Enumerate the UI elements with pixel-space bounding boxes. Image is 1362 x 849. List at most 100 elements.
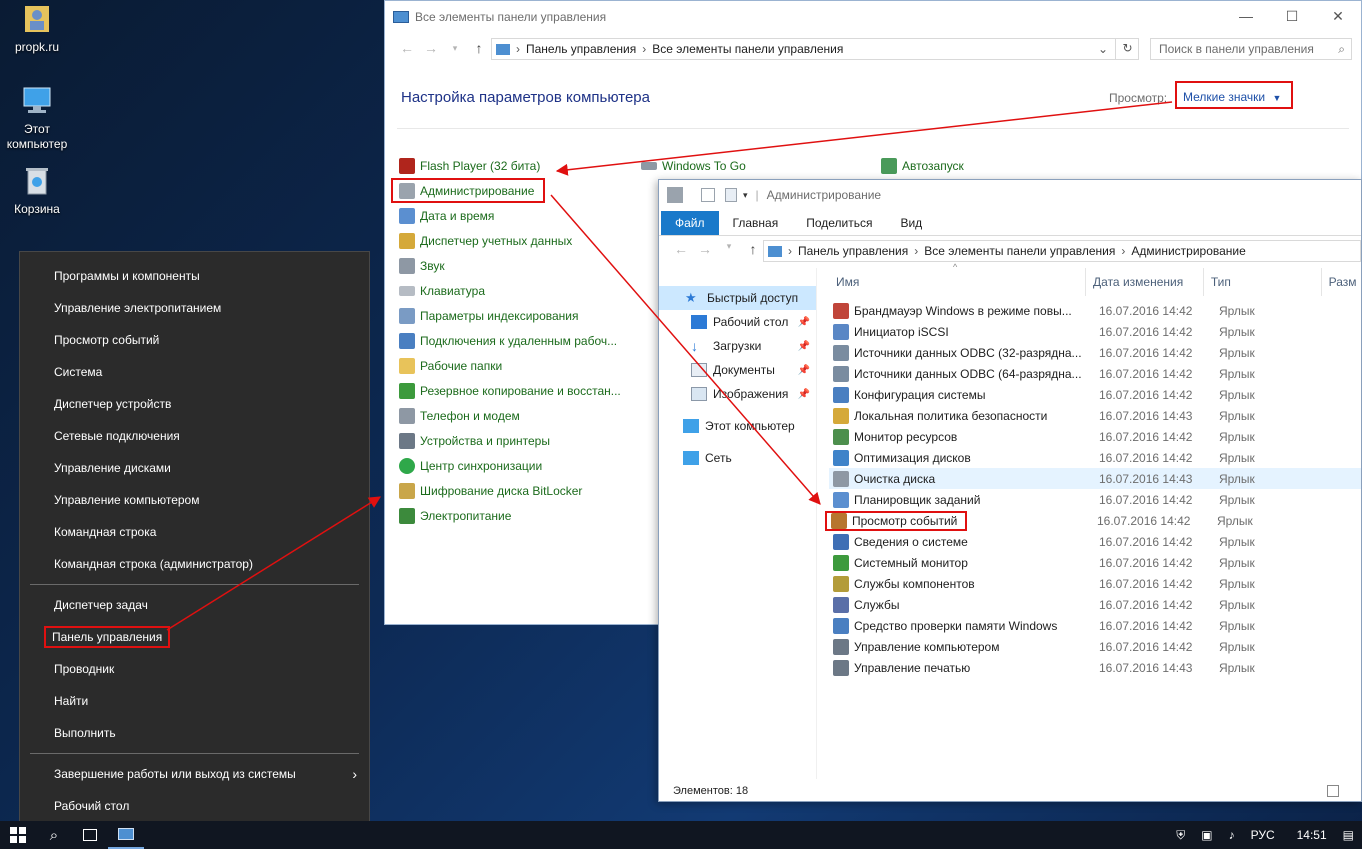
chevron-down-icon[interactable]: ⌄ (1098, 42, 1108, 56)
sidebar-item-downloads[interactable]: ↓ Загрузки 📌 (659, 334, 816, 358)
up-arrow-icon[interactable]: ↑ (467, 40, 491, 56)
minimize-button[interactable]: — (1223, 1, 1269, 31)
breadcrumb-item[interactable]: Панель управления (526, 42, 636, 56)
file-row[interactable]: Управление компьютером 16.07.2016 14:42 Яр… (829, 636, 1361, 657)
address-bar[interactable]: › Панель управления › Все элементы панел… (763, 240, 1361, 262)
view-mode-dropdown[interactable]: Мелкие значки ▼ (1175, 81, 1293, 109)
notifications-icon[interactable]: ▤ (1343, 828, 1354, 842)
file-row[interactable]: Планировщик заданий 16.07.2016 14:42 Ярлык (829, 489, 1361, 510)
recent-dropdown-icon[interactable]: ▾ (717, 241, 741, 257)
forward-arrow-icon[interactable]: → (419, 40, 443, 56)
menu-item[interactable]: Диспетчер устройств (20, 388, 369, 420)
cp-item-phone-modem[interactable]: Телефон и модем (399, 403, 627, 428)
tab-view[interactable]: Вид (886, 211, 936, 235)
search-input[interactable]: Поиск в панели управления ⌕ (1150, 38, 1352, 60)
maximize-button[interactable]: ☐ (1269, 1, 1315, 31)
column-header-date[interactable]: Дата изменения (1086, 268, 1204, 296)
file-row[interactable]: Локальная политика безопасности 16.07.201… (829, 405, 1361, 426)
menu-item[interactable]: Диспетчер задач (20, 589, 369, 621)
tab-home[interactable]: Главная (719, 211, 793, 235)
cp-item-work-folders[interactable]: Рабочие папки (399, 353, 627, 378)
file-row[interactable]: Конфигурация системы 16.07.2016 14:42 Ярлы… (829, 384, 1361, 405)
file-row[interactable]: Монитор ресурсов 16.07.2016 14:42 Ярлык (829, 426, 1361, 447)
cp-item-credentials[interactable]: Диспетчер учетных данных (399, 228, 627, 253)
file-row[interactable]: Просмотр событий 16.07.2016 14:42 Ярлык (825, 510, 1361, 531)
breadcrumb-item[interactable]: Все элементы панели управления (924, 244, 1115, 258)
start-button[interactable] (0, 821, 36, 849)
details-view-icon[interactable] (1327, 785, 1339, 797)
file-row[interactable]: Инициатор iSCSI 16.07.2016 14:42 Ярлык (829, 321, 1361, 342)
sidebar-item-quick-access[interactable]: ★ Быстрый доступ (659, 286, 816, 310)
breadcrumb-item[interactable]: Панель управления (798, 244, 908, 258)
column-header-type[interactable]: Тип (1204, 268, 1322, 296)
cp-item-administration[interactable]: Администрирование (391, 178, 545, 203)
pin-icon[interactable]: 📌 (798, 365, 810, 376)
pin-icon[interactable]: 📌 (798, 341, 810, 352)
menu-item[interactable]: Командная строка (администратор) (20, 548, 369, 580)
desktop-icon-propk[interactable]: propk.ru (0, 2, 74, 55)
cp-item-date-time[interactable]: Дата и время (399, 203, 627, 228)
task-view-icon[interactable] (72, 821, 108, 849)
pin-icon[interactable]: 📌 (798, 389, 810, 400)
cp-item-autoplay[interactable]: Автозапуск (881, 153, 964, 178)
menu-item[interactable]: Рабочий стол (20, 790, 369, 822)
refresh-icon[interactable]: ↻ (1115, 38, 1139, 60)
cp-item-sound[interactable]: Звук (399, 253, 627, 278)
breadcrumb-item[interactable]: Администрирование (1131, 244, 1245, 258)
file-row[interactable]: Службы компонентов 16.07.2016 14:42 Ярлык (829, 573, 1361, 594)
file-row[interactable]: Очистка диска 16.07.2016 14:43 Ярлык (829, 468, 1361, 489)
cp-item-power[interactable]: Электропитание (399, 503, 627, 528)
menu-item[interactable]: Найти (20, 685, 369, 717)
menu-item[interactable]: Командная строка (20, 516, 369, 548)
forward-arrow-icon[interactable]: → (693, 241, 717, 257)
sidebar-item-documents[interactable]: Документы 📌 (659, 358, 816, 382)
search-icon[interactable]: ⌕ (36, 821, 72, 849)
sidebar-item-network[interactable]: Сеть (659, 446, 816, 470)
properties-icon[interactable] (701, 188, 715, 202)
input-language[interactable]: РУС (1251, 828, 1275, 842)
file-row[interactable]: Источники данных ODBC (32-разрядна... 16.… (829, 342, 1361, 363)
close-button[interactable]: ✕ (1315, 1, 1361, 31)
file-row[interactable]: Источники данных ODBC (64-разрядна... 16.… (829, 363, 1361, 384)
file-row[interactable]: Средство проверки памяти Windows 16.07.20… (829, 615, 1361, 636)
column-header-name[interactable]: Имя (829, 268, 1087, 296)
back-arrow-icon[interactable]: ← (395, 40, 419, 56)
control-panel-taskbar-icon[interactable] (108, 821, 144, 849)
speaker-icon[interactable]: ♪ (1229, 828, 1235, 842)
clock[interactable]: 14:51 (1297, 828, 1327, 842)
menu-item[interactable]: Программы и компоненты (20, 260, 369, 292)
sidebar-item-pictures[interactable]: Изображения 📌 (659, 382, 816, 406)
cp-item-sync-center[interactable]: Центр синхронизации (399, 453, 627, 478)
desktop-icon-this-pc[interactable]: Этот компьютер (0, 84, 74, 152)
breadcrumb-item[interactable]: Все элементы панели управления (652, 42, 843, 56)
menu-item[interactable]: Выполнить (20, 717, 369, 749)
tab-share[interactable]: Поделиться (792, 211, 886, 235)
cp-item-bitlocker[interactable]: Шифрование диска BitLocker (399, 478, 627, 503)
file-row[interactable]: Управление печатью 16.07.2016 14:43 Ярлык (829, 657, 1361, 678)
cp-item-devices-printers[interactable]: Устройства и принтеры (399, 428, 627, 453)
back-arrow-icon[interactable]: ← (669, 241, 693, 257)
file-row[interactable]: Оптимизация дисков 16.07.2016 14:42 Ярлык (829, 447, 1361, 468)
new-folder-icon[interactable] (725, 188, 737, 202)
desktop-icon-recycle-bin[interactable]: Корзина (0, 164, 74, 217)
menu-item[interactable]: Панель управления (20, 621, 369, 653)
menu-item[interactable]: Управление дисками (20, 452, 369, 484)
up-arrow-icon[interactable]: ↑ (741, 241, 765, 257)
menu-item[interactable]: Завершение работы или выход из системы › (20, 758, 369, 790)
column-header-size[interactable]: Разм (1322, 268, 1361, 296)
menu-item[interactable]: Сетевые подключения (20, 420, 369, 452)
security-shield-icon[interactable]: ⛨ (1176, 828, 1185, 843)
chevron-down-icon[interactable]: ▾ (743, 190, 748, 201)
menu-item[interactable]: Просмотр событий (20, 324, 369, 356)
file-row[interactable]: Системный монитор 16.07.2016 14:42 Ярлык (829, 552, 1361, 573)
menu-item[interactable]: Управление электропитанием (20, 292, 369, 324)
menu-item[interactable]: Проводник (20, 653, 369, 685)
pin-icon[interactable]: 📌 (798, 317, 810, 328)
cp-item-flash[interactable]: Flash Player (32 бита) (399, 153, 627, 178)
cp-item-windows-to-go[interactable]: Windows To Go (641, 153, 746, 178)
cp-item-remote[interactable]: Подключения к удаленным рабоч... (399, 328, 627, 353)
cp-item-keyboard[interactable]: Клавиатура (399, 278, 627, 303)
tab-file[interactable]: Файл (661, 211, 719, 235)
menu-item[interactable]: Система (20, 356, 369, 388)
file-row[interactable]: Службы 16.07.2016 14:42 Ярлык (829, 594, 1361, 615)
